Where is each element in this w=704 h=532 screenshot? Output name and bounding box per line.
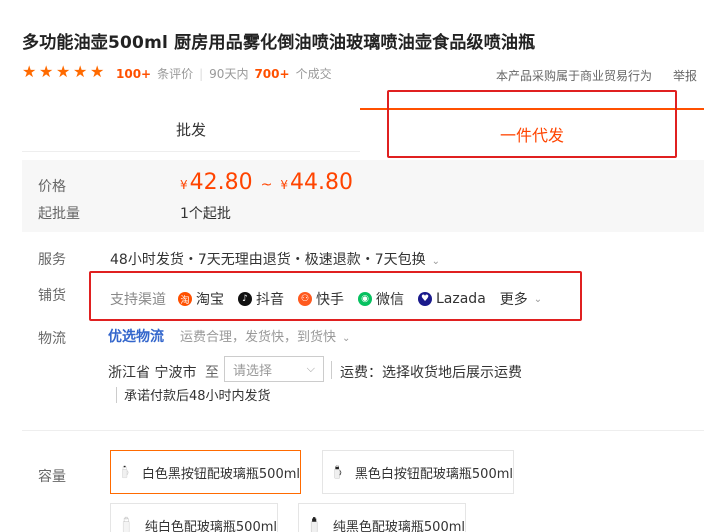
product-title: 多功能油壶500ml 厨房用品雾化倒油喷油玻璃喷油壶食品级喷油瓶 [22, 33, 536, 53]
service-value[interactable]: 48小时发货・7天无理由退货・极速退款・7天包换 ⌄ [110, 249, 440, 269]
channels-more[interactable]: 更多 ⌄ [500, 289, 542, 309]
trade-note: 本产品采购属于商业贸易行为 [496, 69, 653, 83]
logistics-desc[interactable]: 运费合理，发货快，到货快 ⌄ [180, 326, 350, 345]
moq-label: 起批量 [38, 206, 80, 222]
channel-taobao[interactable]: 淘 淘宝 [178, 289, 224, 309]
rating-stars: ★ ★ ★ ★ ★ [22, 64, 106, 80]
tab-dropship[interactable]: 一件代发 [360, 108, 704, 158]
moq-value: 1个起批 [180, 206, 231, 222]
capacity-label: 容量 [38, 469, 66, 485]
destination-select[interactable]: 请选择 ⌵ [224, 356, 324, 382]
logistics-desc-text[interactable]: 运费合理，发货快，到货快 [180, 330, 336, 345]
bottle-thumbnail-icon [122, 516, 130, 532]
chevron-down-icon[interactable]: ⌄ [432, 256, 440, 267]
channel-label: 快手 [316, 292, 344, 308]
sku-label: 白色黑按钮配玻璃瓶500ml [141, 466, 300, 482]
sku-option[interactable]: 纯黑色配玻璃瓶500ml [298, 503, 466, 532]
divider: | [199, 66, 204, 81]
sku-label: 纯白色配玻璃瓶500ml [144, 519, 277, 532]
price-max: 44.80 [290, 170, 353, 195]
logistics-brand[interactable]: 优选物流 [108, 326, 164, 346]
divider [116, 387, 117, 403]
review-label[interactable]: 条评价 [157, 65, 193, 82]
divider [331, 361, 332, 379]
star-icon: ★ [39, 62, 54, 81]
price-min: 42.80 [189, 170, 253, 195]
taobao-icon: 淘 [178, 292, 192, 306]
chevron-down-icon[interactable]: ⌄ [342, 333, 350, 344]
star-icon: ★ [56, 62, 71, 81]
sku-option[interactable]: 黑色白按钮配玻璃瓶500ml [322, 450, 514, 494]
distribution-label: 铺货 [38, 288, 66, 304]
sku-option[interactable]: 纯白色配玻璃瓶500ml [110, 503, 278, 532]
sku-option[interactable]: 白色黑按钮配玻璃瓶500ml [110, 450, 301, 494]
report-link[interactable]: 举报 [673, 67, 697, 84]
freight-info: 运费：选择收货地后展示运费 [340, 365, 522, 381]
price-tilde: ~ [260, 177, 273, 193]
currency-symbol: ¥ [180, 178, 188, 192]
chevron-down-icon: ⌵ [306, 362, 315, 375]
channel-label: Lazada [436, 291, 486, 307]
channel-douyin[interactable]: ♪ 抖音 [238, 289, 284, 309]
wechat-icon: ◉ [358, 292, 372, 306]
price-range: ¥ 42.80 ~ ¥ 44.80 [180, 170, 353, 195]
chevron-down-icon[interactable]: ⌄ [534, 294, 542, 305]
currency-symbol: ¥ [280, 178, 288, 192]
tab-wholesale[interactable]: 批发 [22, 108, 360, 152]
sku-label: 纯黑色配玻璃瓶500ml [332, 519, 465, 532]
price-panel [22, 160, 704, 232]
lazada-icon: ♥ [418, 292, 432, 306]
bottle-thumbnail-icon [122, 465, 129, 478]
period-label: 90天内 [209, 67, 249, 81]
channel-label: 淘宝 [196, 292, 224, 308]
ship-promise: 承诺付款后48小时内发货 [124, 389, 271, 404]
more-label[interactable]: 更多 [500, 289, 528, 309]
star-icon: ★ [22, 62, 37, 81]
channel-label: 抖音 [256, 292, 284, 308]
channel-wechat[interactable]: ◉ 微信 [358, 289, 404, 309]
bottle-thumbnail-icon [310, 517, 318, 532]
section-divider [22, 430, 704, 431]
price-label: 价格 [38, 179, 66, 195]
channels-head: 支持渠道 [110, 292, 166, 308]
destination-placeholder: 请选择 [233, 363, 273, 379]
channel-label: 微信 [376, 292, 404, 308]
bottle-thumbnail-icon [334, 465, 342, 479]
channel-kuaishou[interactable]: ⚇ 快手 [298, 289, 344, 309]
star-icon: ★ [90, 62, 105, 81]
service-text[interactable]: 48小时发货・7天无理由退货・极速退款・7天包换 [110, 252, 426, 268]
service-label: 服务 [38, 252, 66, 268]
douyin-icon: ♪ [238, 292, 252, 306]
sales-count: 700+ [254, 66, 290, 81]
logistics-label: 物流 [38, 331, 66, 347]
review-count[interactable]: 100+ [116, 67, 151, 81]
sales-label: 个成交 [295, 67, 332, 81]
rating-summary: 100+ 条评价 | 90天内 700+ 个成交 [116, 65, 332, 82]
channel-lazada[interactable]: ♥ Lazada [418, 291, 486, 307]
to-label: 至 [205, 365, 219, 381]
ship-origin: 浙江省 宁波市 [108, 365, 197, 381]
channel-list: 支持渠道 淘 淘宝 ♪ 抖音 ⚇ 快手 ◉ 微信 ♥ Lazada 更多 ⌄ [110, 289, 556, 309]
star-icon: ★ [73, 62, 88, 81]
sku-label: 黑色白按钮配玻璃瓶500ml [354, 466, 513, 482]
kuaishou-icon: ⚇ [298, 292, 312, 306]
